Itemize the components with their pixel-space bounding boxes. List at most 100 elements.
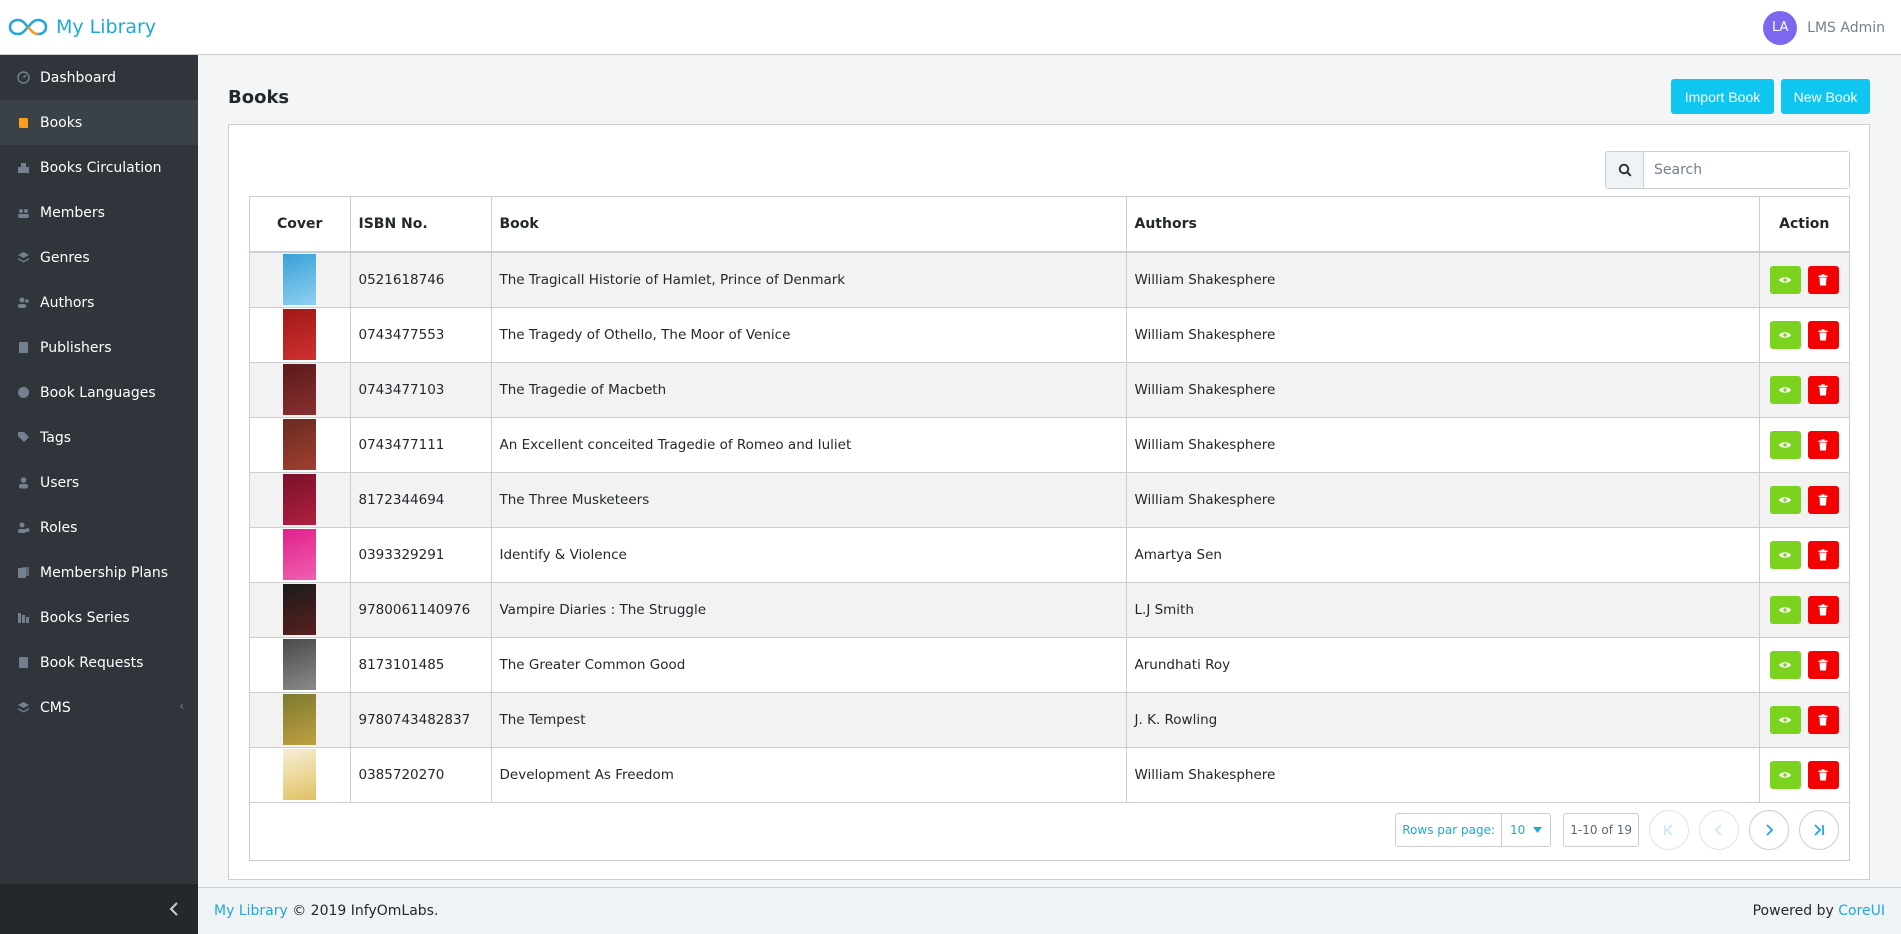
footer-brand-link[interactable]: My Library: [214, 903, 288, 919]
cover-cell: [250, 307, 351, 363]
sidebar-item-users[interactable]: Users: [0, 460, 198, 505]
view-button[interactable]: [1769, 595, 1801, 624]
delete-button[interactable]: [1807, 320, 1839, 349]
rows-per-page-select[interactable]: 10: [1502, 823, 1550, 837]
book-cover-image: [283, 254, 317, 306]
sidebar-item-genres[interactable]: Genres: [0, 235, 198, 280]
footer-coreui-link[interactable]: CoreUI: [1838, 903, 1885, 919]
view-button[interactable]: [1769, 540, 1801, 569]
isbn-cell: 8173101485: [350, 637, 492, 693]
isbn-cell: 0385720270: [350, 747, 492, 803]
avatar[interactable]: LA: [1763, 10, 1798, 45]
view-button[interactable]: [1769, 705, 1801, 734]
delete-button[interactable]: [1807, 760, 1839, 789]
brand[interactable]: My Library: [0, 0, 198, 55]
sidebar-item-books-series[interactable]: Books Series: [0, 595, 198, 640]
eye-icon: [1779, 496, 1792, 503]
isbn-cell: 0743477103: [350, 362, 492, 418]
sidebar-item-members[interactable]: Members: [0, 190, 198, 235]
first-page-button[interactable]: [1649, 810, 1689, 850]
author-cell: William Shakesphere: [1126, 472, 1760, 528]
col-header-book[interactable]: Book: [491, 197, 1127, 253]
request-icon: [16, 656, 30, 670]
search-input[interactable]: [1644, 152, 1849, 188]
trash-icon: [1818, 328, 1828, 340]
book-cell: The Tempest: [491, 692, 1127, 748]
sidebar-item-publishers[interactable]: Publishers: [0, 325, 198, 370]
col-header-authors[interactable]: Authors: [1126, 197, 1760, 253]
isbn-cell: 0521618746: [350, 252, 492, 308]
delete-button[interactable]: [1807, 375, 1839, 404]
book-cell: Identify & Violence: [491, 527, 1127, 583]
footer-powered-by: Powered by: [1752, 903, 1834, 919]
authors-icon: [16, 296, 30, 310]
book-cover-image: [283, 364, 317, 415]
delete-button[interactable]: [1807, 540, 1839, 569]
table-row: 0743477111 An Excellent conceited Tragedi…: [250, 417, 1849, 473]
view-button[interactable]: [1769, 650, 1801, 679]
author-cell: Arundhati Roy: [1126, 637, 1760, 693]
prev-page-button[interactable]: [1699, 810, 1739, 850]
sidebar-item-books-circulation[interactable]: Books Circulation: [0, 145, 198, 190]
delete-button[interactable]: [1807, 430, 1839, 459]
author-cell: William Shakesphere: [1126, 362, 1760, 418]
sidebar-item-book-requests[interactable]: Book Requests: [0, 640, 198, 685]
next-page-button[interactable]: [1749, 810, 1789, 850]
author-cell: William Shakesphere: [1126, 252, 1760, 308]
book-cell: The Greater Common Good: [491, 637, 1127, 693]
cover-cell: [250, 252, 351, 308]
import-book-button[interactable]: Import Book: [1671, 79, 1774, 114]
sidebar-item-membership-plans[interactable]: Membership Plans: [0, 550, 198, 595]
speedometer-icon: [16, 71, 30, 85]
col-header-isbn[interactable]: ISBN No.: [350, 197, 492, 253]
delete-button[interactable]: [1807, 650, 1839, 679]
author-cell: William Shakesphere: [1126, 307, 1760, 363]
sidebar-item-cms[interactable]: CMS ‹: [0, 685, 198, 730]
delete-button[interactable]: [1807, 265, 1839, 294]
isbn-cell: 0743477553: [350, 307, 492, 363]
sidebar-item-authors[interactable]: Authors: [0, 280, 198, 325]
circulation-icon: [16, 161, 30, 175]
rows-per-page[interactable]: Rows par page: 10: [1395, 813, 1552, 847]
sidebar-item-roles[interactable]: Roles: [0, 505, 198, 550]
book-cell: Development As Freedom: [491, 747, 1127, 803]
last-page-button[interactable]: [1799, 810, 1839, 850]
delete-button[interactable]: [1807, 705, 1839, 734]
app-header: My Library LA LMS Admin: [0, 0, 1901, 55]
book-cover-image: [283, 419, 317, 470]
sidebar-item-book-languages[interactable]: Book Languages: [0, 370, 198, 415]
book-cover-image: [283, 474, 317, 525]
members-icon: [16, 206, 30, 220]
delete-button[interactable]: [1807, 485, 1839, 514]
sidebar-item-tags[interactable]: Tags: [0, 415, 198, 460]
view-button[interactable]: [1769, 430, 1801, 459]
view-button[interactable]: [1769, 485, 1801, 514]
table-row: 9780743482837 The Tempest J. K. Rowling: [250, 692, 1849, 748]
action-cell: [1759, 307, 1849, 363]
user-menu[interactable]: LA LMS Admin: [1763, 0, 1885, 55]
action-cell: [1759, 417, 1849, 473]
eye-icon: [1779, 661, 1792, 668]
isbn-cell: 8172344694: [350, 472, 492, 528]
book-cover-image: [283, 749, 317, 800]
plans-icon: [16, 566, 30, 580]
view-button[interactable]: [1769, 320, 1801, 349]
author-cell: William Shakesphere: [1126, 747, 1760, 803]
new-book-button[interactable]: New Book: [1781, 79, 1870, 114]
user-name[interactable]: LMS Admin: [1807, 20, 1885, 36]
view-button[interactable]: [1769, 375, 1801, 404]
sidebar-item-dashboard[interactable]: Dashboard: [0, 55, 198, 100]
book-cell: The Tragedy of Othello, The Moor of Veni…: [491, 307, 1127, 363]
cover-cell: [250, 527, 351, 583]
trash-icon: [1818, 383, 1828, 395]
sidebar-item-label: Tags: [40, 429, 71, 446]
col-header-cover[interactable]: Cover: [250, 197, 351, 253]
sidebar-item-books[interactable]: Books: [0, 100, 198, 145]
view-button[interactable]: [1769, 760, 1801, 789]
table-row: 0743477103 The Tragedie of Macbeth William…: [250, 362, 1849, 418]
eye-icon: [1779, 716, 1792, 723]
delete-button[interactable]: [1807, 595, 1839, 624]
view-button[interactable]: [1769, 265, 1801, 294]
sidebar-minimizer[interactable]: [0, 884, 198, 934]
action-cell: [1759, 582, 1849, 638]
